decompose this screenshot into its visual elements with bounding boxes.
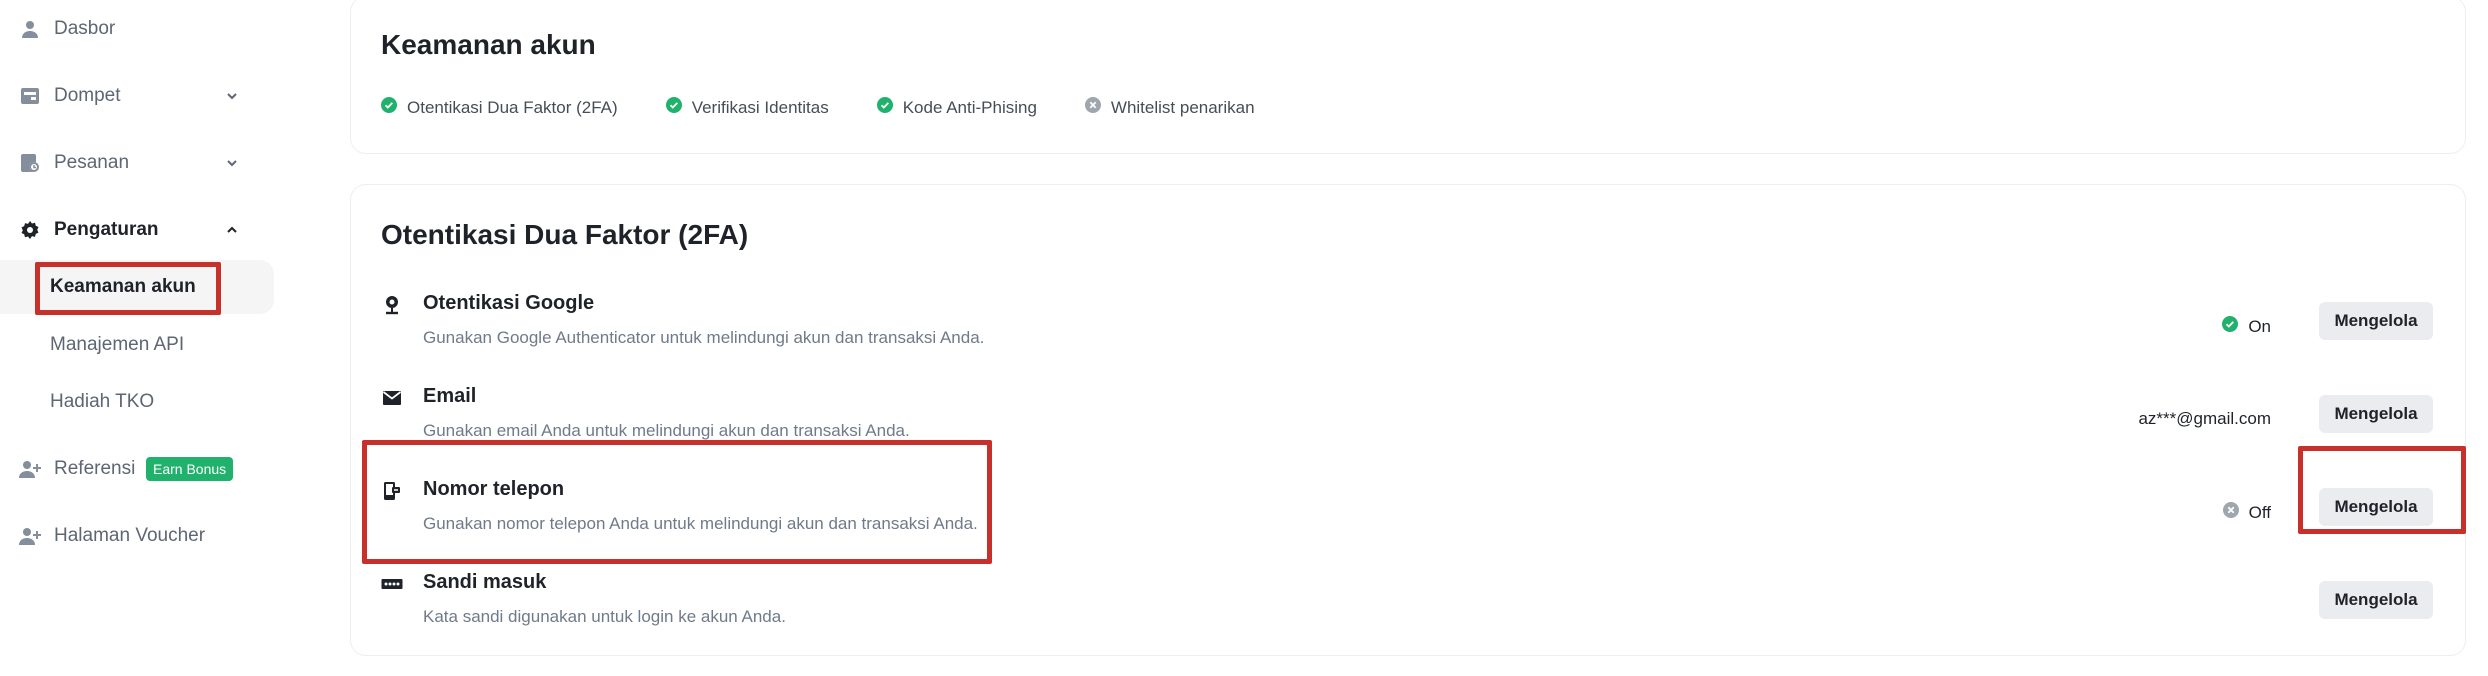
method-status: On	[2222, 316, 2271, 337]
authenticator-icon	[381, 294, 403, 316]
check-circle-icon	[2222, 316, 2239, 337]
sidebar: Dasbor Dompet Pesanan Pengaturan Keamana…	[0, 0, 290, 676]
check-circle-icon	[876, 97, 893, 118]
phone-icon	[381, 480, 403, 502]
sidebar-subitem-manajemen-api[interactable]: Manajemen API	[0, 318, 274, 372]
sidebar-subitem-label: Hadiah TKO	[50, 391, 155, 412]
status-label: Otentikasi Dua Faktor (2FA)	[407, 97, 618, 117]
chevron-down-icon	[224, 155, 240, 171]
sidebar-item-pesanan[interactable]: Pesanan	[0, 136, 274, 190]
section-title: Otentikasi Dua Faktor (2FA)	[381, 219, 749, 250]
sidebar-item-pengaturan[interactable]: Pengaturan	[0, 203, 274, 257]
sidebar-item-label: Referensi	[54, 458, 136, 479]
method-google-authenticator: Otentikasi Google Gunakan Google Authent…	[351, 282, 2467, 375]
method-email: Email Gunakan email Anda untuk melindung…	[351, 375, 2467, 468]
method-status: Off	[2222, 502, 2271, 523]
method-description: Gunakan nomor telepon Anda untuk melindu…	[423, 514, 978, 533]
sidebar-item-label: Halaman Voucher	[54, 525, 206, 546]
status-withdrawal-whitelist: Whitelist penarikan	[1084, 97, 1255, 118]
sidebar-item-label: Pengaturan	[54, 219, 159, 240]
chevron-down-icon	[224, 88, 240, 104]
method-status: az***@gmail.com	[2138, 409, 2271, 429]
sidebar-item-referensi[interactable]: Referensi Earn Bonus	[0, 442, 274, 496]
sidebar-item-label: Dasbor	[54, 18, 116, 39]
method-description: Gunakan email Anda untuk melindungi akun…	[423, 421, 910, 440]
status-identity-verification: Verifikasi Identitas	[665, 97, 829, 118]
method-phone: Nomor telepon Gunakan nomor telepon Anda…	[351, 468, 2467, 561]
manage-email-button[interactable]: Mengelola	[2319, 395, 2433, 433]
manage-password-button[interactable]: Mengelola	[2319, 581, 2433, 619]
method-description: Kata sandi digunakan untuk login ke akun…	[423, 607, 786, 626]
sidebar-item-label: Pesanan	[54, 152, 130, 173]
user-icon	[18, 17, 42, 41]
sidebar-item-label: Dompet	[54, 85, 121, 106]
sidebar-subitem-label: Manajemen API	[50, 334, 185, 355]
wallet-icon	[18, 84, 42, 108]
x-circle-icon	[1084, 97, 1101, 118]
method-description: Gunakan Google Authenticator untuk melin…	[423, 328, 985, 347]
check-circle-icon	[665, 97, 682, 118]
add-user-icon	[18, 524, 42, 548]
sidebar-item-dompet[interactable]: Dompet	[0, 69, 274, 123]
mail-icon	[381, 387, 403, 409]
status-label: Whitelist penarikan	[1110, 97, 1255, 117]
method-title: Nomor telepon	[423, 478, 565, 500]
sidebar-subitem-label: Keamanan akun	[50, 276, 196, 297]
status-2fa: Otentikasi Dua Faktor (2FA)	[381, 97, 618, 118]
chevron-up-icon	[224, 222, 240, 238]
method-title: Sandi masuk	[423, 571, 547, 593]
method-password: Sandi masuk Kata sandi digunakan untuk l…	[351, 561, 2467, 654]
gear-icon	[18, 218, 42, 242]
method-status-text: Off	[2248, 502, 2271, 522]
password-icon	[381, 573, 403, 595]
sidebar-subitem-hadiah-tko[interactable]: Hadiah TKO	[0, 375, 274, 429]
status-label: Verifikasi Identitas	[691, 97, 829, 117]
method-title: Otentikasi Google	[423, 292, 595, 314]
orders-icon	[18, 151, 42, 175]
sidebar-item-halaman-voucher[interactable]: Halaman Voucher	[0, 509, 274, 563]
manage-phone-button[interactable]: Mengelola	[2319, 488, 2433, 526]
method-title: Email	[423, 385, 477, 407]
method-status-text: On	[2248, 316, 2271, 336]
account-security-card: Keamanan akun Otentikasi Dua Faktor (2FA…	[350, 0, 2466, 154]
earn-bonus-badge: Earn Bonus	[146, 457, 234, 481]
check-circle-icon	[381, 97, 397, 118]
sidebar-item-dasbor[interactable]: Dasbor	[0, 2, 274, 56]
masked-email: az***@gmail.com	[2138, 409, 2271, 428]
page-title: Keamanan akun	[381, 29, 596, 60]
twofa-card: Otentikasi Dua Faktor (2FA) Otentikasi G…	[350, 184, 2466, 656]
status-label: Kode Anti-Phising	[902, 97, 1037, 117]
manage-google-auth-button[interactable]: Mengelola	[2319, 302, 2433, 340]
add-user-icon	[18, 457, 42, 481]
status-anti-phishing: Kode Anti-Phising	[876, 97, 1037, 118]
x-circle-icon	[2222, 502, 2239, 523]
security-status-list: Otentikasi Dua Faktor (2FA) Verifikasi I…	[381, 97, 1255, 118]
sidebar-subitem-keamanan-akun[interactable]: Keamanan akun	[0, 260, 274, 314]
